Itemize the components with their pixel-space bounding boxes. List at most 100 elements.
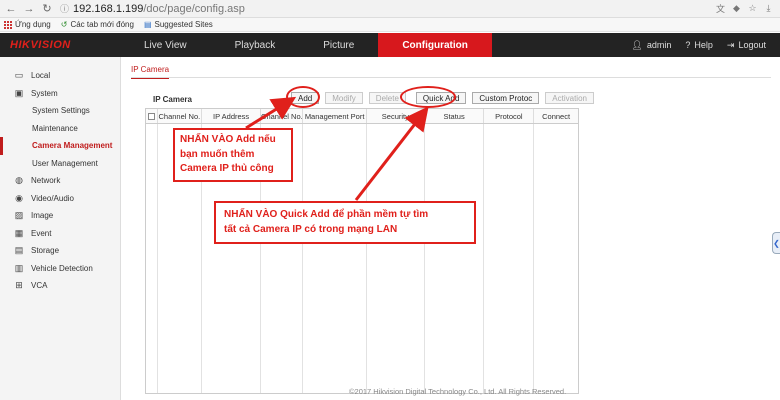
sidebar: ▭ Local ▣ System System Settings Maintenan… <box>0 57 121 400</box>
sidebar-item-maintenance[interactable]: Maintenance <box>0 120 120 138</box>
bookmark-label: Các tab mới đóng <box>70 20 134 29</box>
back-icon[interactable]: ← <box>4 2 18 16</box>
activation-button[interactable]: Activation <box>545 92 594 104</box>
annotation-line: NHẤN VÀO Quick Add để phần mềm tự tìm <box>224 209 429 220</box>
user-menu[interactable]: 👤︎ admin <box>631 40 671 51</box>
sidebar-item-event[interactable]: ▦ Event <box>0 225 120 243</box>
sidebar-item-label: Maintenance <box>32 123 78 133</box>
tab-picture[interactable]: Picture <box>299 33 378 57</box>
history-icon: ↺ <box>60 20 68 29</box>
extension-icon[interactable]: ◆ <box>731 3 742 14</box>
chevron-left-icon: ❮ <box>773 238 780 248</box>
quick-add-highlight-oval <box>400 86 456 108</box>
table-header: Channel No. IP Address Channel No. Manag… <box>146 109 578 124</box>
user-icon: 👤︎ <box>631 39 643 50</box>
info-icon: ⓘ <box>60 4 70 14</box>
url-path: /doc/page/config.asp <box>143 2 245 15</box>
help-button[interactable]: ? Help <box>685 40 713 50</box>
custom-protocol-button[interactable]: Custom Protoc <box>472 92 540 104</box>
sidebar-item-user-management[interactable]: User Management <box>0 155 120 173</box>
column-header: IP Address <box>202 109 262 123</box>
section-title: IP Camera <box>153 95 192 104</box>
tab-configuration[interactable]: Configuration <box>378 33 492 57</box>
address-bar[interactable]: ⓘ 192.168.1.199/doc/page/config.asp <box>60 2 715 16</box>
system-icon: ▣ <box>14 87 24 98</box>
subtab-divider <box>131 77 771 78</box>
bookmark-label: Ứng dụng <box>15 20 51 29</box>
column-header: Status <box>425 109 485 123</box>
logout-label: Logout <box>738 40 766 50</box>
car-icon: ▥ <box>14 262 24 273</box>
sidebar-item-storage[interactable]: ▤ Storage <box>0 242 120 260</box>
sidebar-item-label: VCA <box>31 281 48 291</box>
bookmark-apps[interactable]: Ứng dụng <box>4 20 51 29</box>
sidebar-item-network[interactable]: ◍ Network <box>0 172 120 190</box>
sidebar-item-vehicle-detection[interactable]: ▥ Vehicle Detection <box>0 260 120 278</box>
sidebar-item-system[interactable]: ▣ System <box>0 85 120 103</box>
sidebar-item-label: Storage <box>31 246 60 256</box>
tab-playback[interactable]: Playback <box>211 33 300 57</box>
sidebar-item-image[interactable]: ▨ Image <box>0 207 120 225</box>
select-all-cell <box>146 109 158 123</box>
logout-icon: ⇥ <box>726 39 735 50</box>
sidebar-item-label: User Management <box>32 158 98 168</box>
hikvision-logo: HIKVISION <box>10 39 71 51</box>
sidebar-item-label: Video/Audio <box>31 193 74 203</box>
sidebar-item-video-audio[interactable]: ◉ Video/Audio <box>0 190 120 208</box>
bookmark-label: Suggested Sites <box>154 20 213 29</box>
tab-live-view[interactable]: Live View <box>120 33 211 57</box>
column-header: Connect <box>542 111 571 121</box>
annotation-line: bạn muốn thêm <box>180 148 255 160</box>
add-highlight-oval <box>286 86 320 108</box>
side-panel-toggle[interactable]: ❮ <box>772 232 780 254</box>
sidebar-item-label: Camera Management <box>32 141 113 151</box>
column-header: Security <box>367 109 425 123</box>
translate-icon[interactable]: 文 <box>715 3 726 14</box>
vca-icon: ⊞ <box>15 280 23 291</box>
sidebar-item-label: Vehicle Detection <box>31 263 93 273</box>
logout-button[interactable]: ⇥ Logout <box>727 40 766 51</box>
url-host: 192.168.1.199 <box>73 2 144 15</box>
apps-icon <box>4 20 12 29</box>
annotation-line: NHẤN VÀO Add nếu <box>180 134 276 145</box>
help-label: Help <box>694 40 713 50</box>
sidebar-item-local[interactable]: ▭ Local <box>0 67 120 85</box>
storage-icon: ▤ <box>14 245 24 256</box>
column-header: Channel No. <box>158 109 202 123</box>
help-icon: ? <box>685 40 691 50</box>
download-icon[interactable]: ⤓ <box>763 3 774 14</box>
quick-add-annotation: NHẤN VÀO Quick Add để phần mềm tự tìm tấ… <box>214 201 476 244</box>
bookmarks-bar: Ứng dụng ↺ Các tab mới đóng ▤ Suggested … <box>0 18 780 32</box>
add-annotation: NHẤN VÀO Add nếu bạn muốn thêm Camera IP… <box>173 128 293 182</box>
column-header: Management Port <box>303 109 367 123</box>
modify-button[interactable]: Modify <box>325 92 363 104</box>
sidebar-item-label: System <box>31 88 58 98</box>
top-navigation: HIKVISION Live View Playback Picture Con… <box>0 33 780 57</box>
annotation-line: tất cả Camera IP có trong mạng LAN <box>224 223 398 235</box>
browser-toolbar: ← → ↻ ⓘ 192.168.1.199/doc/page/config.as… <box>0 0 780 18</box>
annotation-line: Camera IP thủ công <box>180 163 274 174</box>
sidebar-item-vca[interactable]: ⊞ VCA <box>0 277 120 295</box>
reload-icon[interactable]: ↻ <box>40 2 54 16</box>
footer-copyright: ©2017 Hikvision Digital Technology Co., … <box>349 387 567 396</box>
calendar-icon: ▦ <box>14 227 24 238</box>
sidebar-item-camera-management[interactable]: Camera Management <box>0 137 120 155</box>
sidebar-item-label: Image <box>31 211 54 221</box>
forward-icon[interactable]: → <box>22 2 36 16</box>
sidebar-item-label: Event <box>31 228 52 238</box>
sidebar-item-label: System Settings <box>32 106 90 116</box>
globe-icon: ◍ <box>15 175 23 186</box>
select-all-checkbox[interactable] <box>147 112 155 120</box>
bookmark-suggested[interactable]: ▤ Suggested Sites <box>144 20 213 29</box>
sidebar-item-label: Network <box>31 176 61 186</box>
star-icon[interactable]: ☆ <box>747 3 758 14</box>
sidebar-item-label: Local <box>31 71 51 81</box>
bookmark-recent-tabs[interactable]: ↺ Các tab mới đóng <box>61 20 134 29</box>
column-header: Protocol <box>484 109 535 123</box>
monitor-icon: ▭ <box>14 70 24 81</box>
column-header: Channel No. <box>261 109 304 123</box>
video-icon: ◉ <box>15 192 23 203</box>
image-icon: ▨ <box>14 210 24 221</box>
page-icon: ▤ <box>143 20 152 29</box>
sidebar-item-system-settings[interactable]: System Settings <box>0 102 120 120</box>
